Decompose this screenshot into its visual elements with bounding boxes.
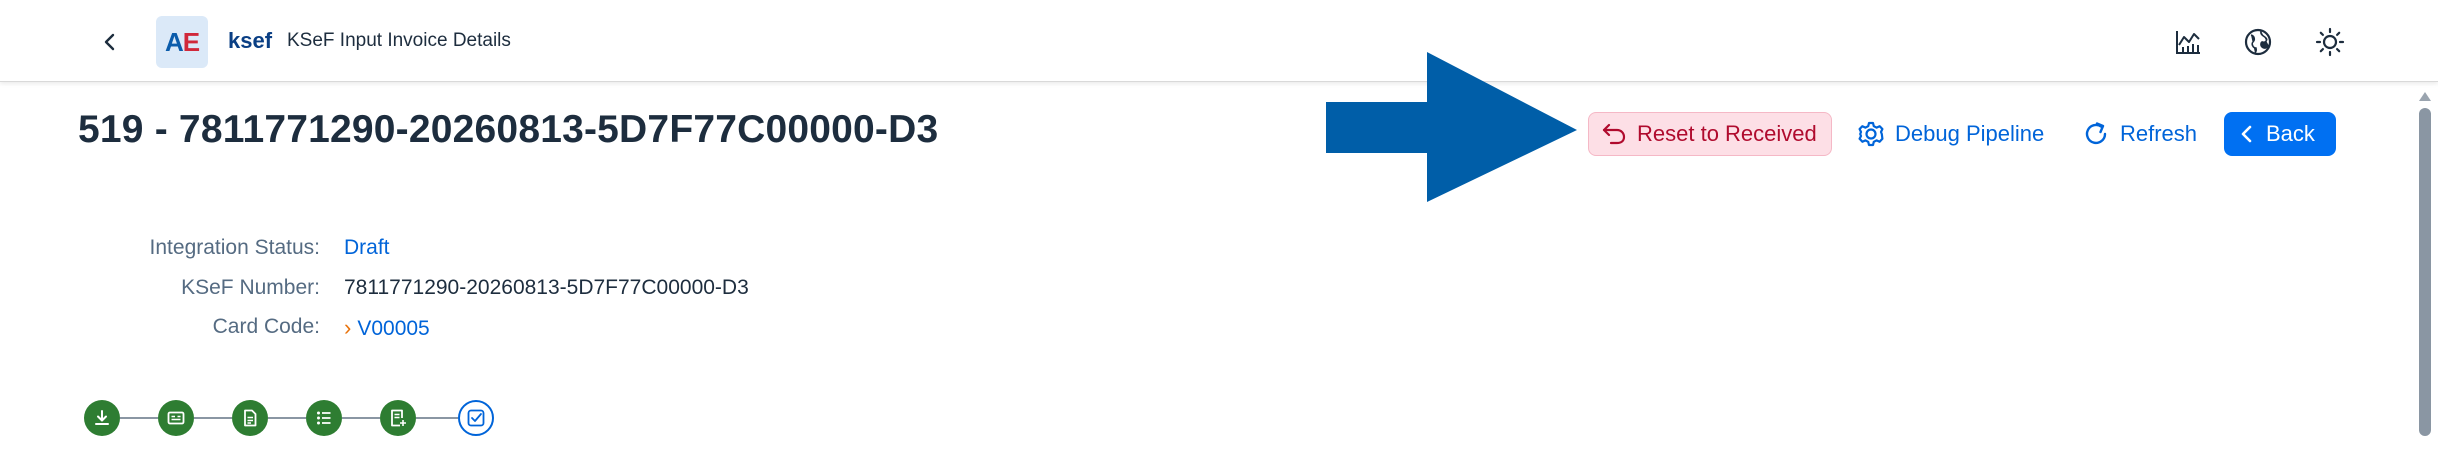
- scroll-up-icon[interactable]: [2419, 92, 2431, 101]
- step-connector: [416, 417, 458, 419]
- chevron-left-icon: [2238, 124, 2256, 144]
- shell-back-button[interactable]: [92, 24, 128, 60]
- scrollbar-thumb[interactable]: [2419, 108, 2431, 436]
- ksef-number-label: KSeF Number:: [181, 276, 320, 299]
- logo-letter-e: E: [182, 26, 200, 57]
- refresh-button-label: Refresh: [2120, 121, 2198, 146]
- app-title: KSeF Input Invoice Details: [287, 30, 511, 51]
- document-icon: [244, 409, 257, 427]
- back-button-label: Back: [2266, 121, 2315, 146]
- step-id-card[interactable]: [158, 400, 194, 436]
- integration-status-value[interactable]: Draft: [344, 236, 390, 260]
- card-code-row: Card Code: › V00005: [0, 315, 700, 345]
- page-title: 519 - 7811771290-20260813-5D7F77C00000-D…: [78, 108, 939, 151]
- step-connector: [120, 417, 158, 419]
- shell-bar: AE ksef KSeF Input Invoice Details: [0, 0, 2438, 82]
- refresh-button[interactable]: Refresh: [2082, 112, 2202, 156]
- chart-icon[interactable]: [2168, 22, 2208, 62]
- reset-button-label: Reset to Received: [1637, 121, 1817, 146]
- integration-status-row: Integration Status: Draft: [0, 236, 700, 266]
- debug-pipeline-button[interactable]: Debug Pipeline: [1855, 112, 2051, 156]
- chevron-right-icon: ›: [344, 315, 352, 340]
- logo-letter-a: A: [164, 26, 184, 57]
- step-document-add[interactable]: [380, 400, 416, 436]
- chevron-left-icon: [104, 33, 115, 51]
- card-code-value[interactable]: › V00005: [344, 315, 430, 341]
- ksef-number-row: KSeF Number: 7811771290-20260813-5D7F77C…: [0, 276, 900, 306]
- vertical-scrollbar[interactable]: [2416, 88, 2434, 468]
- card-code-link[interactable]: V00005: [357, 317, 429, 340]
- undo-icon: [1601, 122, 1627, 146]
- step-list[interactable]: [306, 400, 342, 436]
- ksef-number-value: 7811771290-20260813-5D7F77C00000-D3: [344, 276, 749, 299]
- reset-to-received-button[interactable]: Reset to Received: [1588, 112, 1832, 156]
- app-name[interactable]: ksef: [228, 28, 272, 54]
- step-checkbox-current[interactable]: [458, 400, 494, 436]
- list-icon: [317, 411, 331, 425]
- download-icon: [95, 410, 109, 425]
- step-connector: [268, 417, 306, 419]
- step-connector: [342, 417, 380, 419]
- step-download[interactable]: [84, 400, 120, 436]
- id-card-icon: [167, 411, 185, 425]
- integration-status-label: Integration Status:: [149, 236, 320, 259]
- gear-icon: [1857, 120, 1885, 148]
- globe-icon[interactable]: [2238, 22, 2278, 62]
- step-connector: [194, 417, 232, 419]
- annotation-arrow: [1326, 52, 1577, 202]
- checkbox-icon: [467, 409, 485, 427]
- card-code-label: Card Code:: [212, 315, 320, 338]
- back-button[interactable]: Back: [2224, 112, 2336, 156]
- refresh-icon: [2082, 120, 2110, 148]
- debug-button-label: Debug Pipeline: [1895, 121, 2045, 146]
- app-logo: AE: [156, 16, 208, 68]
- sun-icon[interactable]: [2310, 22, 2350, 62]
- step-document[interactable]: [232, 400, 268, 436]
- document-add-icon: [391, 409, 406, 427]
